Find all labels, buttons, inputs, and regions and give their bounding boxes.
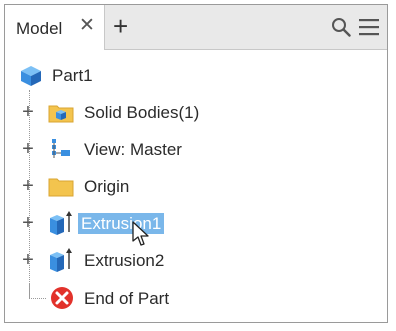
tab-model[interactable]: Model ✕: [5, 5, 105, 50]
expand-icon[interactable]: +: [19, 102, 37, 122]
browser-tab-bar: Model ✕ +: [5, 5, 387, 50]
close-tab-icon[interactable]: ✕: [79, 16, 95, 36]
model-browser-panel: Model ✕ + Part1 + Solid Bodies(1) + View…: [4, 4, 388, 323]
tree-item-view-master[interactable]: + View: Master: [5, 134, 385, 164]
add-tab-button[interactable]: +: [113, 12, 128, 40]
tree-item-label: View: Master: [84, 140, 182, 159]
tree-root-part1[interactable]: Part1: [5, 60, 385, 90]
tree-item-label: Extrusion2: [84, 251, 165, 270]
model-tree: Part1 + Solid Bodies(1) + View: Master +…: [5, 50, 387, 322]
tab-model-label: Model: [16, 19, 63, 38]
extrusion-icon: [50, 248, 72, 272]
search-icon[interactable]: [331, 17, 351, 37]
hamburger-menu-icon[interactable]: [358, 18, 380, 36]
tree-item-extrusion1[interactable]: + Extrusion1: [5, 208, 385, 238]
expand-icon[interactable]: +: [19, 176, 37, 196]
folder-icon: [48, 178, 74, 197]
tree-item-origin[interactable]: + Origin: [5, 171, 385, 201]
expand-icon[interactable]: +: [19, 139, 37, 159]
tree-item-label: End of Part: [84, 289, 170, 308]
tree-item-label: Solid Bodies(1): [84, 103, 200, 122]
tree-connector-elbow: [29, 283, 46, 299]
mouse-pointer-icon: [132, 221, 149, 246]
tree-item-extrusion2[interactable]: + Extrusion2: [5, 245, 385, 275]
end-of-part-icon: [51, 287, 73, 309]
tree-item-solid-bodies[interactable]: + Solid Bodies(1): [5, 97, 385, 127]
tree-item-label: Extrusion1: [78, 213, 165, 234]
expand-icon[interactable]: +: [19, 213, 37, 233]
tree-item-label: Origin: [84, 177, 130, 196]
solid-bodies-folder-icon: [48, 105, 74, 123]
tree-item-end-of-part[interactable]: End of Part: [5, 283, 385, 313]
expand-icon[interactable]: +: [19, 250, 37, 270]
view-rep-icon: [52, 139, 70, 158]
part-icon: [21, 66, 41, 86]
tree-root-label: Part1: [52, 66, 93, 85]
extrusion-icon: [50, 211, 72, 235]
